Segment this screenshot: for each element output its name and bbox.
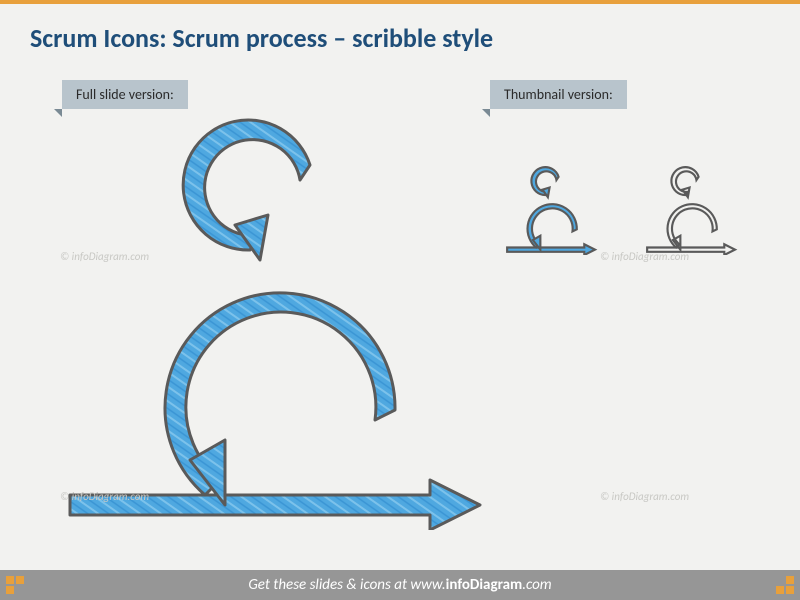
label-thumbnail-version: Thumbnail version: [490,80,627,109]
page-title: Scrum Icons: Scrum process – scribble st… [0,4,800,66]
footer-prefix: Get these slides & icons at [248,576,410,594]
footer-bar: Get these slides & icons at www.infoDiag… [0,570,800,600]
footer-suffix: .com [522,576,551,594]
label-full-version: Full slide version: [62,80,188,109]
footer-brand: infoDiagram [446,576,523,594]
footer-corner-icon [776,576,794,594]
scrum-process-icon-large [50,110,490,530]
footer-text: Get these slides & icons at www.infoDiag… [248,576,551,594]
scrum-process-icon-thumb-outline [630,165,750,255]
thumbnail-row [490,150,770,270]
scrum-process-icon-thumb-filled [490,165,610,255]
footer-www: www. [410,576,445,594]
watermark: © infoDiagram.com [600,490,689,503]
footer-corner-icon [6,576,24,594]
